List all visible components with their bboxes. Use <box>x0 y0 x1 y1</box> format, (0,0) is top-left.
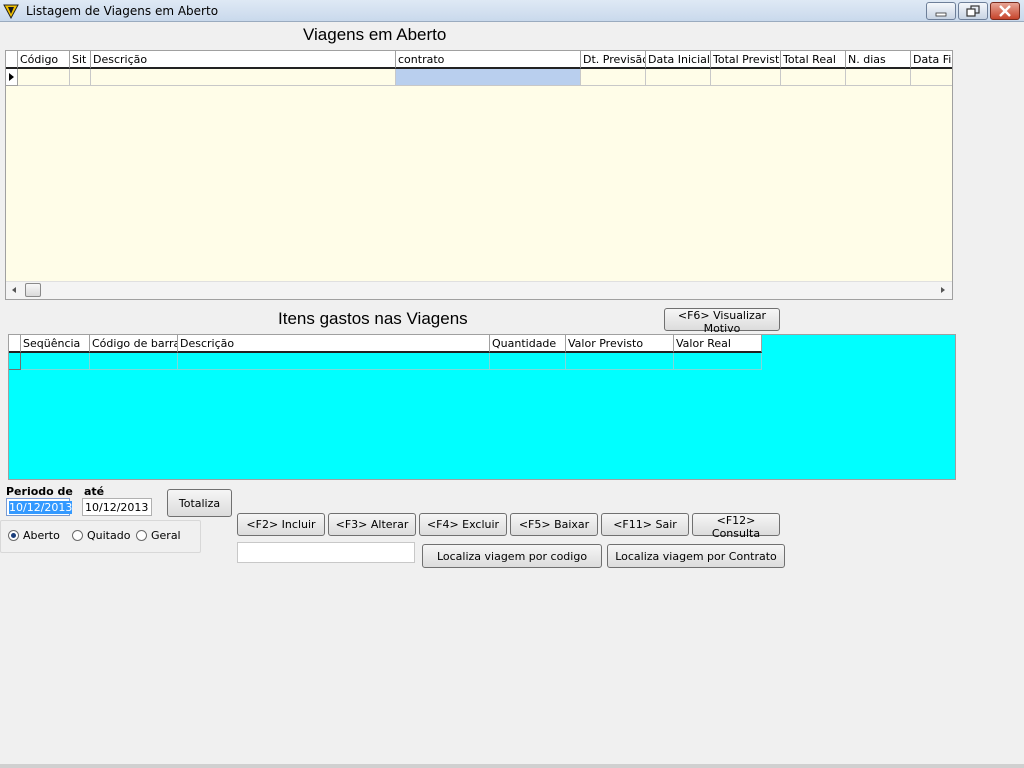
period-from-label: Periodo de <box>6 485 73 498</box>
table-cell[interactable] <box>566 353 674 370</box>
trips-grid[interactable]: Código Sit Descrição contrato Dt. Previs… <box>5 50 953 300</box>
period-from-value: 10/12/2013 <box>9 501 73 514</box>
current-row-arrow-icon <box>9 73 14 81</box>
trips-title: Viagens em Aberto <box>303 25 447 44</box>
grid-corner <box>6 51 18 69</box>
table-cell[interactable] <box>178 353 490 370</box>
bottom-edge <box>0 764 1024 768</box>
column-header-quantidade[interactable]: Quantidade <box>490 335 566 353</box>
scroll-right-icon[interactable] <box>938 285 948 295</box>
radio-label: Quitado <box>87 529 131 542</box>
column-header-contrato[interactable]: contrato <box>396 51 581 69</box>
radio-unchecked-icon <box>72 530 83 541</box>
localiza-contrato-button[interactable]: Localiza viagem por Contrato <box>607 544 785 568</box>
restore-icon <box>966 5 980 17</box>
column-header-total-real[interactable]: Total Real <box>781 51 846 69</box>
column-header-n-dias[interactable]: N. dias <box>846 51 911 69</box>
radio-checked-icon <box>8 530 19 541</box>
column-header-descricao[interactable]: Descrição <box>91 51 396 69</box>
status-radio-group: Aberto Quitado Geral <box>0 520 201 553</box>
totaliza-button[interactable]: Totaliza <box>167 489 232 517</box>
column-header-dt-previsao[interactable]: Dt. Previsão <box>581 51 646 69</box>
column-header-sit[interactable]: Sit <box>70 51 91 69</box>
radio-unchecked-icon <box>136 530 147 541</box>
restore-button[interactable] <box>958 2 988 20</box>
selected-table-cell[interactable] <box>396 69 581 86</box>
close-icon <box>999 5 1011 17</box>
period-to-label: até <box>84 485 105 498</box>
column-header-data-fim[interactable]: Data Fi <box>911 51 952 69</box>
table-cell[interactable] <box>581 69 646 86</box>
alterar-button[interactable]: <F3> Alterar <box>328 513 416 536</box>
items-title: Itens gastos nas Viagens <box>278 309 468 328</box>
table-cell[interactable] <box>781 69 846 86</box>
column-header-data-inicial[interactable]: Data Inicial <box>646 51 711 69</box>
minimize-button[interactable] <box>926 2 956 20</box>
period-from-input[interactable]: 10/12/2013 <box>6 498 73 516</box>
scroll-left-icon[interactable] <box>9 285 19 295</box>
table-cell[interactable] <box>490 353 566 370</box>
items-grid[interactable]: Seqüência Código de barra Descrição Quan… <box>8 334 956 480</box>
column-header-valor-real[interactable]: Valor Real <box>674 335 762 353</box>
consulta-button[interactable]: <F12> Consulta <box>692 513 780 540</box>
period-to-input[interactable]: 10/12/2013 <box>82 498 152 516</box>
table-cell[interactable] <box>21 353 90 370</box>
localiza-codigo-button[interactable]: Localiza viagem por codigo <box>422 544 602 568</box>
table-cell[interactable] <box>18 69 70 86</box>
table-cell[interactable] <box>846 69 911 86</box>
radio-label: Geral <box>151 529 181 542</box>
column-header-codigo[interactable]: Código <box>18 51 70 69</box>
radio-quitado[interactable]: Quitado <box>72 529 130 542</box>
radio-aberto[interactable]: Aberto <box>8 529 60 542</box>
scroll-thumb[interactable] <box>25 283 41 297</box>
grid-corner <box>9 335 21 353</box>
incluir-button[interactable]: <F2> Incluir <box>237 513 325 536</box>
period-to-value: 10/12/2013 <box>85 501 149 514</box>
excluir-button[interactable]: <F4> Excluir <box>419 513 507 536</box>
column-header-codigo-de-barra[interactable]: Código de barra <box>90 335 178 353</box>
title-bar: Listagem de Viagens em Aberto <box>0 0 1024 22</box>
row-indicator <box>9 353 21 370</box>
close-button[interactable] <box>990 2 1020 20</box>
column-header-descricao[interactable]: Descrição <box>178 335 490 353</box>
table-cell[interactable] <box>91 69 396 86</box>
radio-label: Aberto <box>23 529 60 542</box>
minimize-icon <box>935 12 947 17</box>
table-cell[interactable] <box>646 69 711 86</box>
window-title: Listagem de Viagens em Aberto <box>26 4 219 18</box>
visualizar-motivo-button[interactable]: <F6> Visualizar Motivo <box>664 308 780 335</box>
radio-geral[interactable]: Geral <box>136 529 181 542</box>
table-cell[interactable] <box>674 353 762 370</box>
row-indicator <box>6 69 18 86</box>
table-cell[interactable] <box>70 69 91 86</box>
column-header-valor-previsto[interactable]: Valor Previsto <box>566 335 674 353</box>
sair-button[interactable]: <F11> Sair <box>601 513 689 536</box>
app-logo-icon <box>3 3 19 20</box>
baixar-button[interactable]: <F5> Baixar <box>510 513 598 536</box>
table-cell[interactable] <box>711 69 781 86</box>
table-cell[interactable] <box>911 69 952 86</box>
column-header-sequencia[interactable]: Seqüência <box>21 335 90 353</box>
search-input[interactable] <box>237 542 415 563</box>
column-header-total-previsto[interactable]: Total Previsto <box>711 51 781 69</box>
horizontal-scrollbar[interactable] <box>6 281 952 299</box>
table-cell[interactable] <box>90 353 178 370</box>
